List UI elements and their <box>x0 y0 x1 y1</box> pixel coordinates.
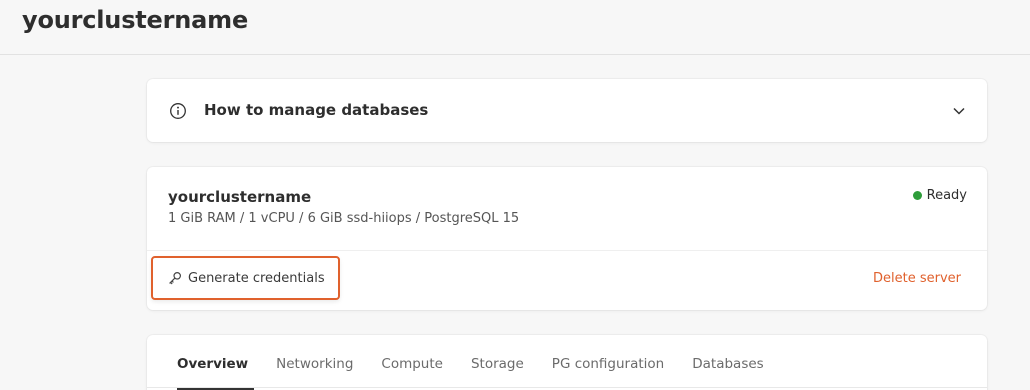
tab-databases[interactable]: Databases <box>678 356 777 388</box>
generate-credentials-button[interactable]: Generate credentials <box>151 256 340 300</box>
tabs-card: Overview Networking Compute Storage PG c… <box>147 335 987 390</box>
server-specs: 1 GiB RAM / 1 vCPU / 6 GiB ssd-hiiops / … <box>168 211 520 226</box>
tabs-underline <box>147 387 987 388</box>
delete-server-link[interactable]: Delete server <box>873 271 961 286</box>
tab-overview[interactable]: Overview <box>147 356 262 390</box>
page-title: yourclustername <box>22 6 249 34</box>
generate-credentials-label: Generate credentials <box>188 270 325 286</box>
manage-databases-accordion[interactable]: How to manage databases <box>147 79 987 142</box>
server-card: yourclustername 1 GiB RAM / 1 vCPU / 6 G… <box>147 167 987 310</box>
tab-networking[interactable]: Networking <box>262 356 367 388</box>
accordion-title: How to manage databases <box>204 101 429 119</box>
status-label: Ready <box>926 188 967 203</box>
tab-pg-configuration[interactable]: PG configuration <box>538 356 678 388</box>
chevron-down-icon[interactable] <box>951 103 967 119</box>
tab-compute[interactable]: Compute <box>367 356 457 388</box>
tab-storage[interactable]: Storage <box>457 356 538 388</box>
info-icon <box>170 103 186 119</box>
page-header: yourclustername <box>0 0 1030 55</box>
status-dot-icon <box>912 191 922 200</box>
key-icon <box>169 272 182 285</box>
server-name: yourclustername <box>168 188 312 206</box>
card-divider <box>147 250 987 251</box>
status-badge: Ready <box>912 188 967 203</box>
tab-bar: Overview Networking Compute Storage PG c… <box>147 356 778 390</box>
page: yourclustername How to manage databases … <box>0 0 1030 390</box>
